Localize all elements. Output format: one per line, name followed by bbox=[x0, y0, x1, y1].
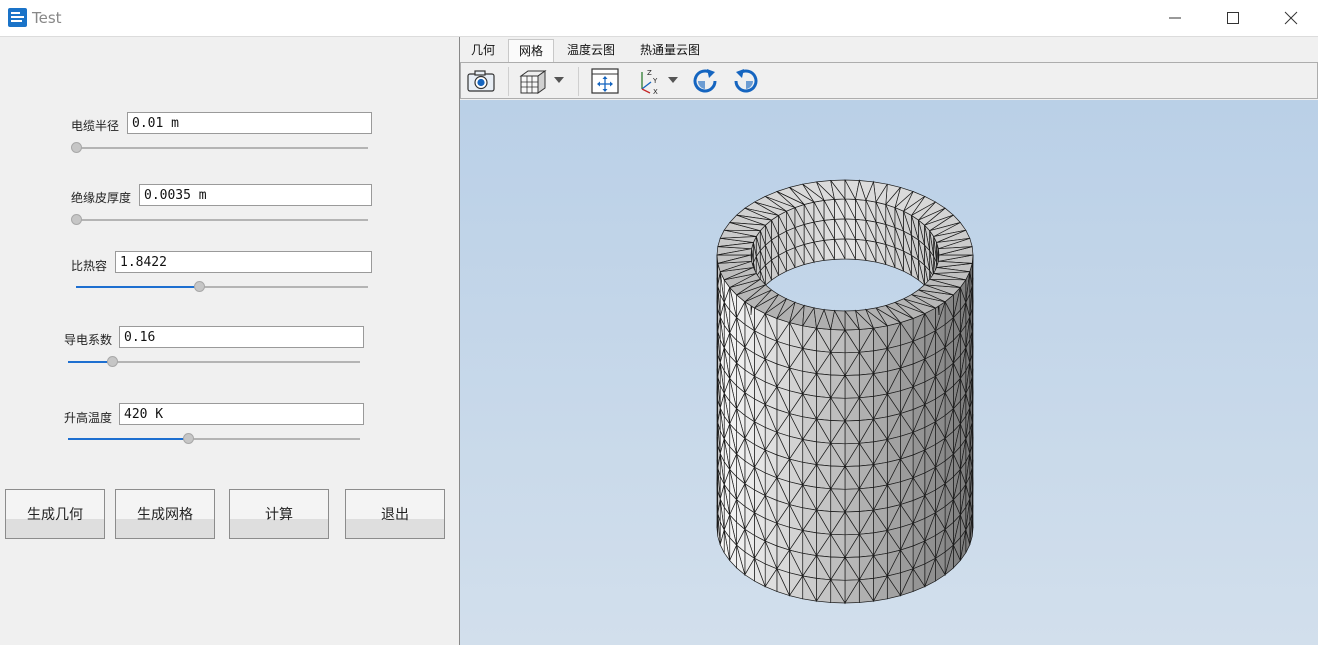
generate-geometry-button[interactable]: 生成几何 bbox=[5, 489, 105, 539]
axes-icon[interactable]: Z Y X bbox=[634, 67, 664, 95]
exit-button[interactable]: 退出 bbox=[345, 489, 445, 539]
conductivity-field[interactable]: 0.16 bbox=[119, 326, 364, 348]
compute-button[interactable]: 计算 bbox=[229, 489, 329, 539]
slider-thumb[interactable] bbox=[71, 214, 82, 225]
toolbar-separator bbox=[508, 67, 509, 96]
view-toolbar: Z Y X bbox=[460, 62, 1318, 99]
chevron-down-icon[interactable] bbox=[668, 77, 678, 85]
cable-radius-field[interactable]: 0.01 m bbox=[127, 112, 372, 134]
slider-thumb[interactable] bbox=[182, 433, 194, 444]
insulation-thickness-field[interactable]: 0.0035 m bbox=[139, 184, 372, 206]
fit-view-icon[interactable] bbox=[590, 67, 620, 95]
specific-heat-slider[interactable] bbox=[76, 281, 368, 293]
minimize-icon bbox=[1169, 17, 1181, 19]
view-tabs: 几何 网格 温度云图 热通量云图 bbox=[460, 37, 1318, 62]
camera-icon[interactable] bbox=[466, 67, 496, 95]
cable-mesh-model bbox=[716, 179, 974, 605]
tab-mesh[interactable]: 网格 bbox=[508, 39, 554, 62]
3d-viewport[interactable] bbox=[460, 100, 1318, 645]
temperature-rise-field[interactable]: 420 K bbox=[119, 403, 364, 425]
rotate-cw-icon[interactable] bbox=[690, 67, 720, 95]
temperature-rise-slider[interactable] bbox=[68, 433, 360, 445]
mesh-group bbox=[716, 179, 974, 605]
view-cube-icon[interactable] bbox=[518, 67, 548, 95]
title-bar: Test bbox=[0, 0, 1318, 37]
view-panel: 几何 网格 温度云图 热通量云图 Z Y X bbox=[459, 37, 1318, 645]
app-icon bbox=[8, 8, 27, 27]
tab-temperature-contour[interactable]: 温度云图 bbox=[558, 39, 624, 61]
rotate-ccw-icon[interactable] bbox=[731, 67, 761, 95]
slider-thumb[interactable] bbox=[71, 142, 82, 153]
tab-geometry[interactable]: 几何 bbox=[463, 39, 503, 61]
svg-text:Y: Y bbox=[652, 77, 658, 85]
conductivity-label: 导电系数 bbox=[64, 333, 113, 347]
chevron-down-icon[interactable] bbox=[554, 77, 564, 85]
maximize-icon bbox=[1227, 12, 1239, 24]
slider-thumb[interactable] bbox=[193, 281, 205, 292]
close-icon bbox=[1284, 11, 1298, 25]
close-button[interactable] bbox=[1262, 0, 1318, 36]
specific-heat-label: 比热容 bbox=[71, 259, 108, 273]
insulation-thickness-label: 绝缘皮厚度 bbox=[71, 191, 132, 205]
generate-mesh-button[interactable]: 生成网格 bbox=[115, 489, 215, 539]
minimize-button[interactable] bbox=[1146, 0, 1204, 36]
cable-radius-slider[interactable] bbox=[71, 142, 368, 154]
parameter-panel: 电缆半径 0.01 m 绝缘皮厚度 0.0035 m 比热容 1.8422 导电… bbox=[0, 37, 458, 645]
maximize-button[interactable] bbox=[1204, 0, 1262, 36]
insulation-thickness-slider[interactable] bbox=[71, 214, 368, 226]
svg-text:Z: Z bbox=[647, 69, 652, 77]
specific-heat-field[interactable]: 1.8422 bbox=[115, 251, 372, 273]
svg-text:X: X bbox=[653, 88, 658, 95]
toolbar-separator bbox=[578, 67, 579, 96]
tab-heat-flux-contour[interactable]: 热通量云图 bbox=[630, 39, 710, 61]
window-title: Test bbox=[32, 9, 62, 27]
slider-thumb[interactable] bbox=[106, 356, 118, 367]
cable-radius-label: 电缆半径 bbox=[71, 119, 120, 133]
temperature-rise-label: 升高温度 bbox=[64, 411, 113, 425]
conductivity-slider[interactable] bbox=[68, 356, 360, 368]
